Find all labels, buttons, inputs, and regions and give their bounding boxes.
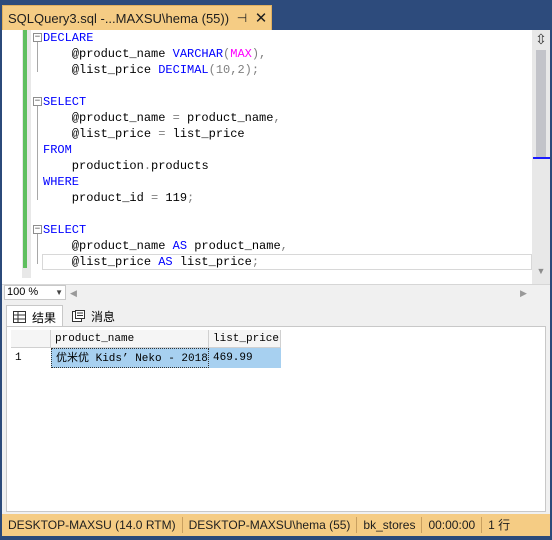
code-token: 119 (158, 191, 188, 205)
collapse-region-icon[interactable]: − (33, 33, 42, 42)
tab-results-label: 结果 (32, 310, 57, 325)
row-number[interactable]: 1 (11, 348, 51, 368)
scroll-right-icon[interactable]: ▶ (520, 288, 527, 299)
code-line[interactable]: SELECT (43, 222, 86, 238)
scroll-down-icon[interactable]: ▼ (536, 266, 546, 276)
code-token: @list_price (43, 63, 159, 77)
code-line[interactable]: @list_price = list_price (43, 126, 245, 142)
code-token: MAX (230, 47, 252, 61)
grid-icon (13, 311, 27, 323)
column-header-product-name[interactable]: product_name (51, 330, 209, 348)
code-token: (10,2); (208, 63, 260, 77)
document-tab-bar: SQLQuery3.sql -...MAXSU\hema (55)) ⊣ ✕ (0, 0, 552, 30)
fold-guide-line (37, 42, 38, 72)
code-token: list_price (165, 127, 245, 141)
fold-guide-line (37, 106, 38, 200)
results-pane: 结果 消息 product_name list_price 1 优米优 Kids… (2, 300, 550, 514)
code-token: SELECT (43, 223, 87, 237)
code-token: SELECT (43, 95, 87, 109)
status-database: bk_stores (357, 517, 423, 533)
status-elapsed: 00:00:00 (422, 517, 483, 533)
document-tab-title: SQLQuery3.sql -...MAXSU\hema (55)) (8, 10, 230, 26)
split-editor-icon[interactable]: ⇳ (534, 32, 548, 46)
results-grid[interactable]: product_name list_price 1 优米优 Kids’ Neko… (6, 326, 546, 512)
code-line[interactable]: @product_name VARCHAR(MAX), (43, 46, 266, 62)
scroll-position-marker (533, 157, 550, 159)
code-token: = (172, 111, 180, 125)
saved-changes-indicator (23, 30, 27, 268)
zoom-value: 100 % (7, 286, 39, 298)
query-editor[interactable]: DECLARE @product_name VARCHAR(MAX), @lis… (2, 30, 550, 284)
code-token: @product_name (43, 239, 173, 253)
status-bar: DESKTOP-MAXSU (14.0 RTM) DESKTOP-MAXSU\h… (2, 514, 550, 536)
pin-icon[interactable]: ⊣ (233, 11, 251, 25)
code-area[interactable]: DECLARE @product_name VARCHAR(MAX), @lis… (31, 30, 532, 278)
code-line[interactable]: product_id = 119; (43, 190, 194, 206)
code-token: AS (158, 255, 173, 269)
vertical-scroll-thumb[interactable] (536, 50, 546, 158)
code-token: ), (251, 47, 267, 61)
status-login: DESKTOP-MAXSU\hema (55) (183, 517, 358, 533)
column-header-list-price[interactable]: list_price (209, 330, 281, 348)
code-token: product_id (43, 191, 152, 205)
cell-list-price[interactable]: 469.99 (209, 348, 281, 368)
code-token: , (280, 239, 288, 253)
code-line[interactable]: production.products (43, 158, 209, 174)
tab-messages-label: 消息 (91, 309, 116, 324)
fold-guide-line (37, 234, 38, 264)
code-line[interactable]: DECLARE (43, 30, 93, 46)
code-token: , (273, 111, 281, 125)
code-token: products (151, 159, 209, 173)
code-token: product_name (187, 239, 281, 253)
code-line[interactable]: FROM (43, 142, 72, 158)
code-token: product_name (179, 111, 274, 125)
code-token: ; (251, 255, 260, 269)
code-line[interactable]: WHERE (43, 174, 79, 190)
code-token: DECIMAL (158, 63, 209, 77)
tab-results[interactable]: 结果 (6, 305, 64, 328)
code-line[interactable]: @list_price AS list_price; (43, 254, 259, 270)
code-line[interactable]: @product_name AS product_name, (43, 238, 288, 254)
grid-corner[interactable] (11, 330, 51, 348)
editor-bottom-bar: 100 % ▼ ◀ ▶ (2, 284, 550, 300)
status-server: DESKTOP-MAXSU (14.0 RTM) (2, 517, 183, 533)
code-line[interactable]: SELECT (43, 94, 86, 110)
code-token: FROM (43, 143, 72, 157)
code-line[interactable]: @product_name = product_name, (43, 110, 281, 126)
code-token: @product_name (43, 111, 173, 125)
dropdown-arrow-icon[interactable]: ▼ (55, 286, 63, 299)
collapse-region-icon[interactable]: − (33, 225, 42, 234)
tab-messages[interactable]: 消息 (66, 305, 121, 327)
collapse-region-icon[interactable]: − (33, 97, 42, 106)
editor-gutter (2, 30, 22, 284)
code-line[interactable]: @list_price DECIMAL(10,2); (43, 62, 259, 78)
ssms-window: SQLQuery3.sql -...MAXSU\hema (55)) ⊣ ✕ D… (0, 0, 552, 540)
code-token: production (43, 159, 144, 173)
code-token: @list_price (43, 127, 159, 141)
code-token: @product_name (43, 47, 173, 61)
code-token: ; (187, 191, 195, 205)
code-token: VARCHAR (172, 47, 224, 61)
code-token: list_price (172, 255, 252, 269)
code-token: @list_price (43, 255, 159, 269)
code-token: WHERE (43, 175, 80, 189)
close-icon[interactable]: ✕ (251, 9, 271, 27)
code-token: . (143, 159, 152, 173)
code-token: DECLARE (43, 31, 94, 45)
scroll-left-icon[interactable]: ◀ (70, 288, 77, 299)
cell-product-name[interactable]: 优米优 Kids’ Neko - 2018 (51, 348, 209, 368)
status-rows: 1 行 (488, 518, 511, 532)
document-tab[interactable]: SQLQuery3.sql -...MAXSU\hema (55)) ⊣ ✕ (2, 5, 272, 30)
message-icon (72, 310, 86, 322)
code-token: AS (172, 239, 188, 253)
zoom-select[interactable]: 100 % ▼ (4, 285, 66, 300)
